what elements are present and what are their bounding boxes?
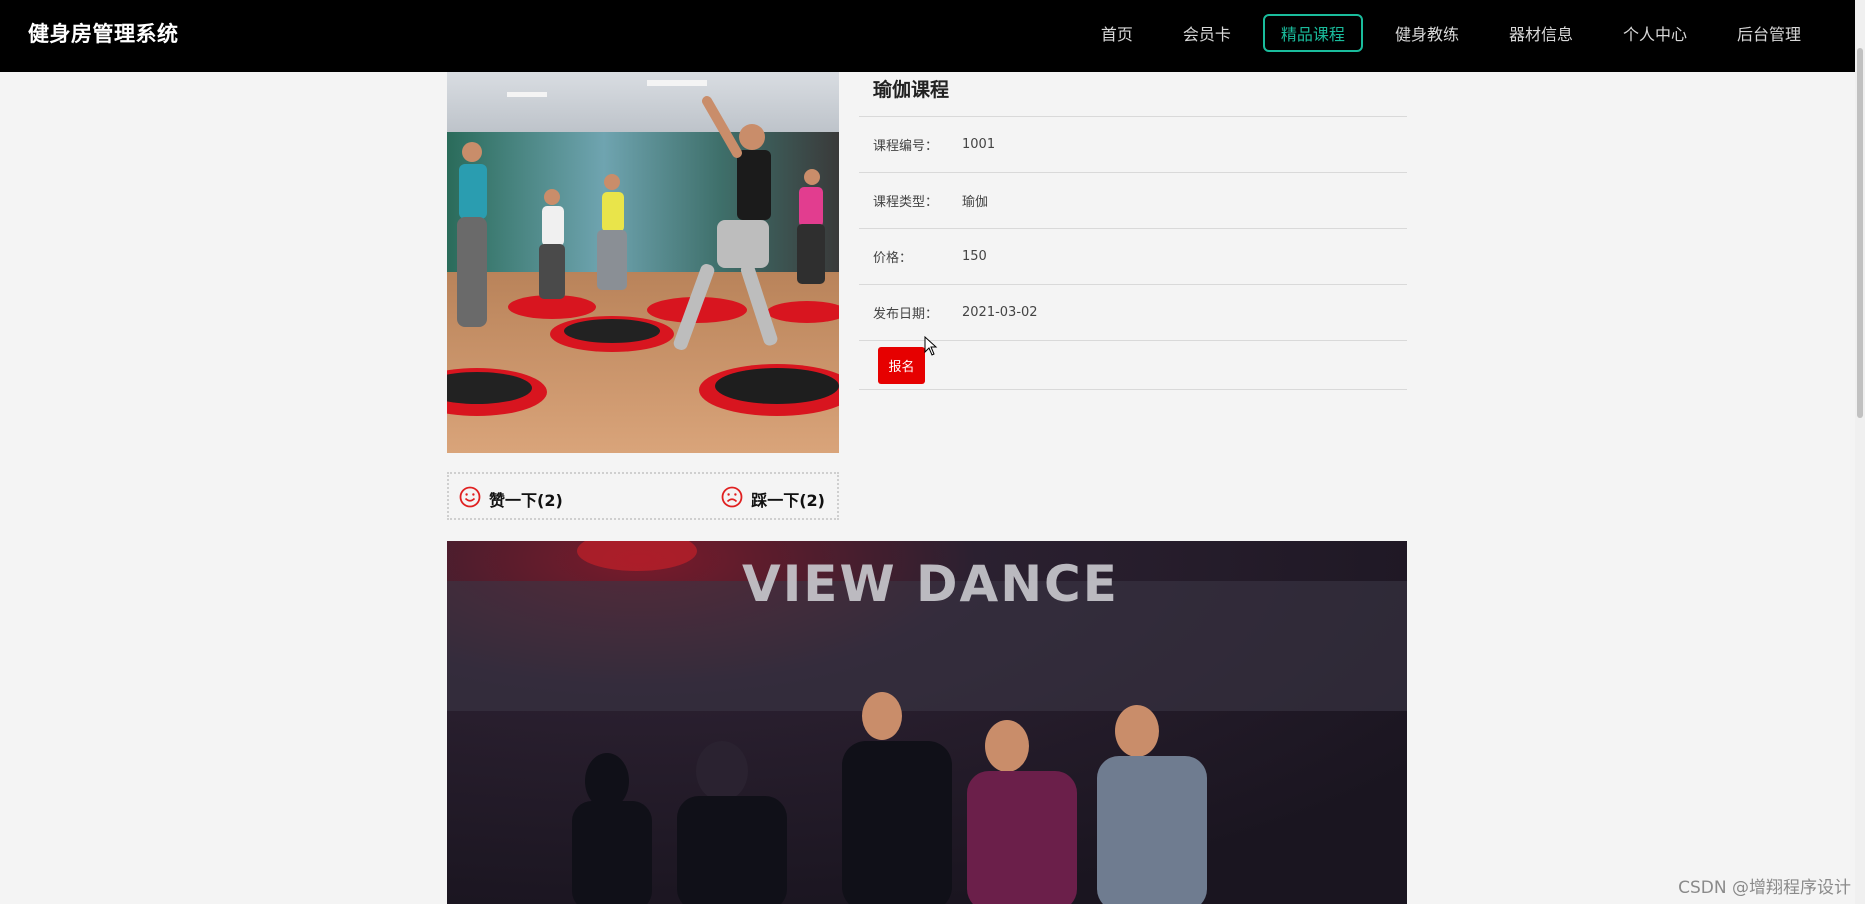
course-image — [447, 72, 839, 453]
detail-value: 瑜伽 — [962, 195, 989, 210]
signup-row: 报名 — [859, 341, 1407, 390]
like-label: 赞一下(2) — [489, 491, 563, 510]
nav-item-personal-center[interactable]: 个人中心 — [1605, 14, 1705, 52]
signup-button[interactable]: 报名 — [878, 347, 925, 384]
video-sign-text: VIEW DANCE — [742, 555, 1119, 613]
nav-item-equipment[interactable]: 器材信息 — [1491, 14, 1591, 52]
detail-row-course-id: 课程编号： 1001 — [859, 117, 1407, 173]
nav-item-courses[interactable]: 精品课程 — [1262, 14, 1363, 52]
detail-row-price: 价格： 150 — [859, 229, 1407, 285]
nav-item-membership-card[interactable]: 会员卡 — [1165, 14, 1249, 52]
course-details: 瑜伽课程 课程编号： 1001 课程类型： 瑜伽 价格： 150 发布日期： 2… — [859, 72, 1407, 390]
detail-value: 2021-03-02 — [962, 305, 1038, 320]
detail-label: 发布日期： — [873, 307, 939, 322]
detail-value: 1001 — [962, 137, 996, 152]
detail-value: 150 — [962, 249, 987, 264]
nav-item-trainers[interactable]: 健身教练 — [1377, 14, 1477, 52]
brand-title[interactable]: 健身房管理系统 — [28, 18, 179, 48]
like-button[interactable]: 赞一下(2) — [459, 486, 563, 512]
nav-item-home[interactable]: 首页 — [1083, 14, 1151, 52]
frown-icon — [721, 486, 743, 512]
main-nav: 首页 会员卡 精品课程 健身教练 器材信息 个人中心 后台管理 — [1069, 14, 1819, 52]
detail-label: 课程编号： — [873, 139, 939, 154]
scrollbar-thumb[interactable] — [1857, 48, 1863, 418]
detail-row-publish-date: 发布日期： 2021-03-02 — [859, 285, 1407, 341]
detail-label: 课程类型： — [873, 195, 939, 210]
nav-item-admin[interactable]: 后台管理 — [1719, 14, 1819, 52]
course-title: 瑜伽课程 — [859, 72, 1407, 117]
watermark: CSDN @增翔程序设计 — [1678, 878, 1851, 898]
dislike-button[interactable]: 踩一下(2) — [721, 486, 825, 512]
vote-box: 赞一下(2) 踩一下(2) — [447, 472, 839, 520]
mouse-cursor-icon — [924, 335, 938, 360]
detail-row-course-type: 课程类型： 瑜伽 — [859, 173, 1407, 229]
page-scrollbar[interactable] — [1855, 0, 1865, 904]
dislike-label: 踩一下(2) — [751, 491, 825, 510]
detail-label: 价格： — [873, 251, 913, 266]
course-video[interactable]: VIEW DANCE — [447, 541, 1407, 904]
top-navbar: 健身房管理系统 首页 会员卡 精品课程 健身教练 器材信息 个人中心 后台管理 — [0, 0, 1865, 72]
smile-icon — [459, 486, 481, 512]
